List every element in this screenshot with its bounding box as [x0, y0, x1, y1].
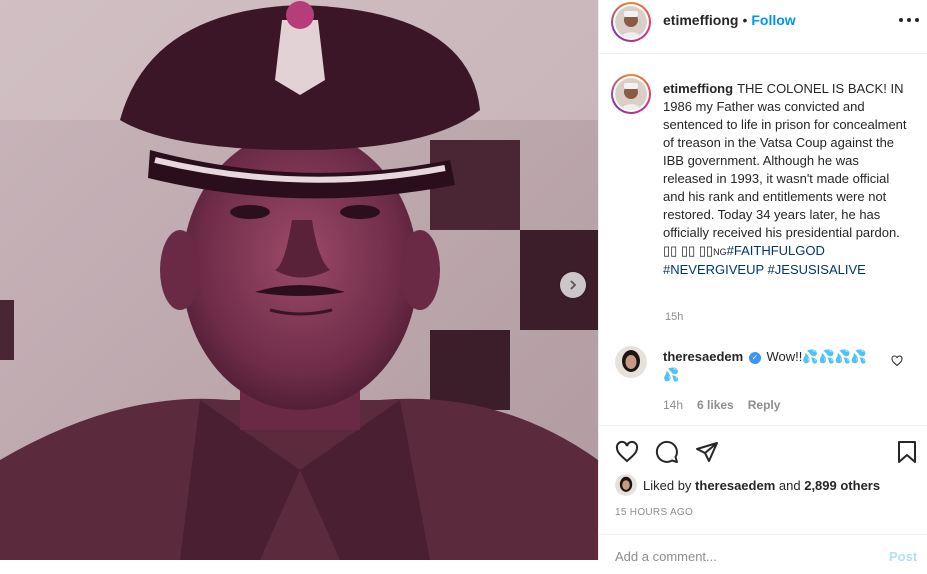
add-comment-bar: Add a comment... Post: [599, 534, 927, 574]
post-header: etimeffiong • Follow: [599, 0, 927, 54]
heart-icon[interactable]: [615, 440, 639, 464]
caption-username[interactable]: etimeffiong: [663, 81, 733, 96]
post-comment-button[interactable]: Post: [889, 549, 917, 564]
chevron-right-icon: [570, 280, 577, 290]
comment: theresaedem ✓ Wow!!💦💦💦💦💦: [663, 348, 883, 384]
comment-input[interactable]: Add a comment...: [615, 549, 717, 564]
posted-time: 15 HOURS AGO: [615, 507, 694, 518]
caption-text: THE COLONEL IS BACK! IN 1986 my Father w…: [663, 81, 907, 258]
caption-time: 15h: [665, 311, 684, 323]
post-caption: etimeffiong THE COLONEL IS BACK! IN 1986 …: [663, 80, 908, 279]
comment-like-heart-icon[interactable]: [891, 354, 903, 372]
comment-reply-button[interactable]: Reply: [748, 398, 781, 412]
comment-likes-count[interactable]: 6 likes: [697, 398, 734, 412]
comment-meta: 14h 6 likes Reply: [663, 398, 794, 412]
caption-author-avatar[interactable]: [611, 74, 651, 114]
liker-avatar[interactable]: [615, 474, 637, 496]
action-bar: [599, 425, 927, 481]
verified-badge-icon: ✓: [748, 351, 761, 364]
comment-icon[interactable]: [655, 440, 679, 464]
more-options-icon[interactable]: [899, 12, 919, 28]
next-image-button[interactable]: [560, 272, 586, 298]
hashtag-link[interactable]: #NEVERGIVEUP: [663, 262, 764, 277]
liked-by-user[interactable]: theresaedem: [695, 478, 775, 493]
separator-dot: •: [742, 12, 748, 28]
bookmark-icon[interactable]: [895, 440, 919, 464]
avatar-image: [615, 474, 637, 496]
author-username[interactable]: etimeffiong: [663, 12, 738, 28]
comment-time: 14h: [663, 398, 684, 412]
commenter-avatar[interactable]: [615, 346, 647, 378]
likes-summary: Liked by theresaedem and 2,899 others: [643, 478, 880, 493]
follow-button[interactable]: Follow: [751, 12, 795, 28]
comment-username[interactable]: theresaedem: [663, 349, 743, 364]
paper-plane-icon[interactable]: [695, 440, 719, 464]
author-avatar[interactable]: [611, 2, 651, 42]
post-photo[interactable]: [0, 0, 598, 560]
avatar-image: [615, 6, 647, 38]
liked-by-and: and: [778, 478, 801, 493]
post-panel: etimeffiong • Follow etimeffiong THE COLONE…: [598, 0, 927, 564]
liked-by-prefix: Liked by: [643, 478, 692, 493]
hashtag-link[interactable]: #JESUSISALIVE: [768, 262, 866, 277]
officer-portrait-image: [0, 0, 598, 560]
caption-ng: NG: [713, 247, 727, 257]
avatar-image: [615, 346, 647, 378]
avatar-image: [615, 78, 647, 110]
hashtag-link[interactable]: #FAITHFULGOD: [727, 243, 825, 258]
liked-by-others[interactable]: 2,899 others: [804, 478, 880, 493]
